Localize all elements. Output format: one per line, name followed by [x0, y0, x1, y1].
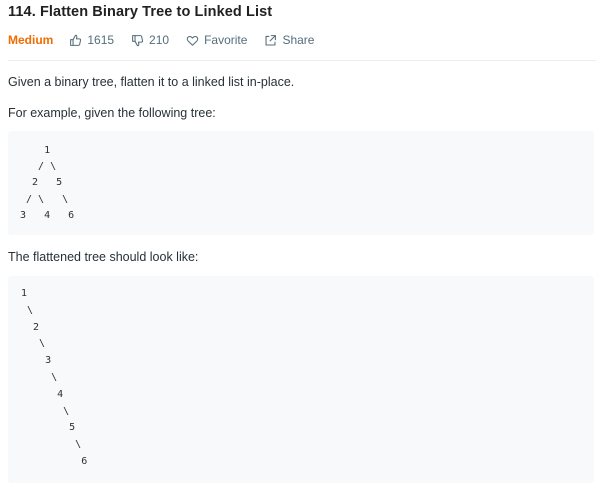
problem-page: 114. Flatten Binary Tree to Linked List …: [0, 0, 600, 499]
dislikes-count: 210: [149, 33, 170, 47]
difficulty-label: Medium: [8, 33, 54, 47]
header-divider: [8, 60, 596, 61]
problem-title: 114. Flatten Binary Tree to Linked List: [8, 4, 273, 20]
share-button[interactable]: Share: [264, 33, 314, 47]
favorite-label: Favorite: [204, 33, 248, 47]
example-intro: For example, given the following tree:: [8, 106, 216, 120]
share-label: Share: [282, 33, 315, 47]
example-tree-code-block: 1 / \ 2 5 / \ \ 3 4 6: [8, 131, 594, 235]
result-tree-code-block: 1 \ 2 \ 3 \ 4 \ 5 \ 6: [8, 276, 594, 483]
dislike-button[interactable]: 210: [131, 33, 169, 47]
share-icon: [265, 34, 277, 45]
thumbs-up-icon: [70, 34, 82, 46]
like-button[interactable]: 1615: [69, 33, 114, 47]
problem-meta-bar: Medium 1615 210 Favorite Share: [8, 32, 331, 48]
heart-icon: [186, 35, 199, 46]
favorite-button[interactable]: Favorite: [186, 33, 247, 47]
likes-count: 1615: [87, 33, 115, 47]
result-intro: The flattened tree should look like:: [8, 250, 199, 264]
thumbs-down-icon: [132, 34, 144, 46]
description-intro: Given a binary tree, flatten it to a lin…: [8, 75, 295, 89]
